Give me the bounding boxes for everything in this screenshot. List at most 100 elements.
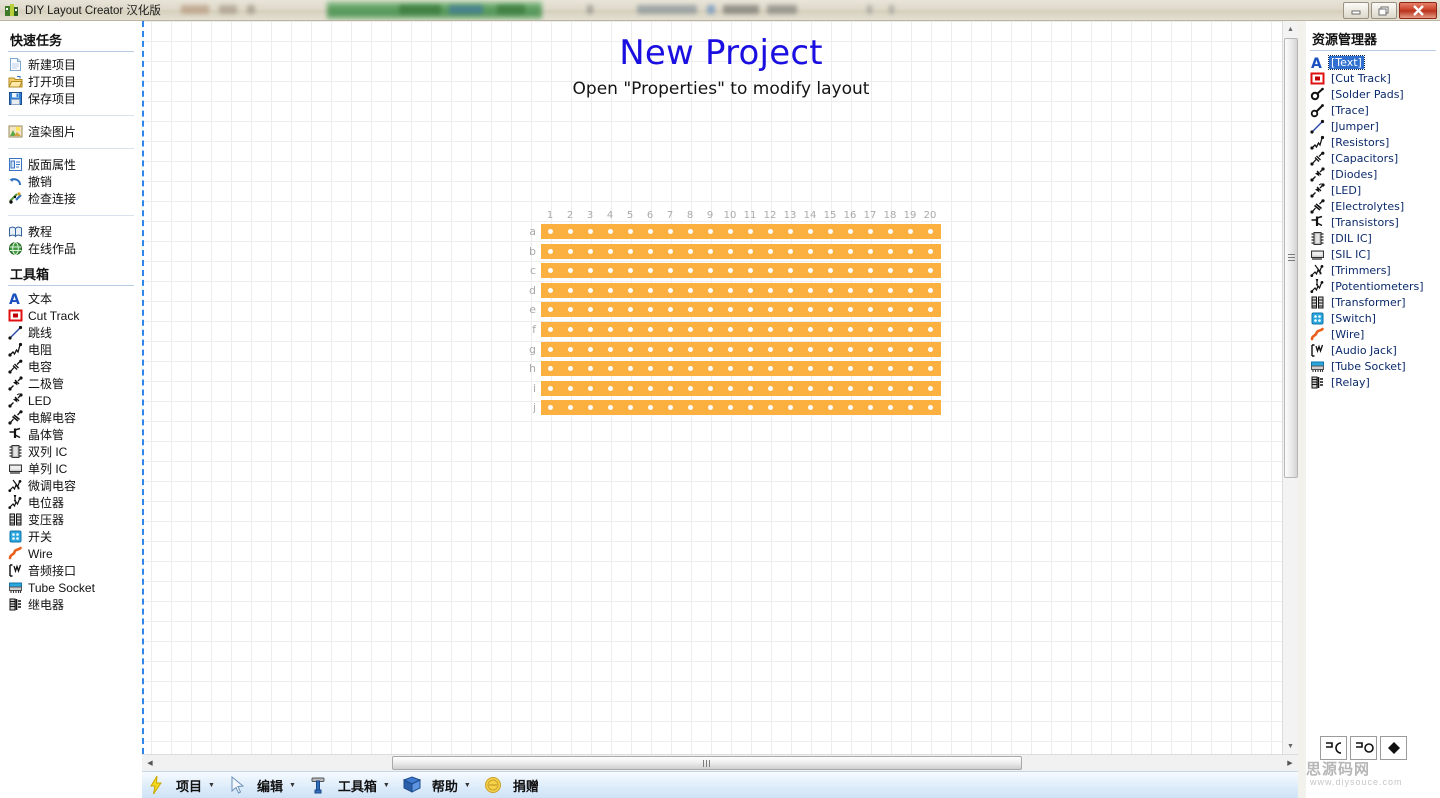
breadboard-hole[interactable]	[847, 366, 853, 372]
breadboard-hole[interactable]	[647, 229, 653, 234]
breadboard-hole[interactable]	[727, 287, 733, 293]
sidebar-item-board-properties[interactable]: 版面属性	[0, 156, 142, 173]
breadboard-hole[interactable]	[907, 287, 913, 293]
scroll-right-arrow-icon[interactable]: ▶	[1282, 755, 1298, 771]
breadboard-hole[interactable]	[707, 287, 713, 293]
breadboard-hole[interactable]	[567, 268, 573, 274]
breadboard-strip[interactable]	[541, 243, 941, 259]
resource-item-transformer[interactable]: [Transformer]	[1306, 294, 1440, 310]
breadboard-hole[interactable]	[687, 287, 693, 293]
breadboard-hole[interactable]	[907, 229, 913, 234]
sidebar-item-open-project[interactable]: 打开项目	[0, 73, 142, 90]
breadboard-hole[interactable]	[687, 385, 693, 391]
breadboard-hole[interactable]	[907, 366, 913, 372]
breadboard-hole[interactable]	[647, 248, 653, 254]
breadboard-hole[interactable]	[907, 307, 913, 313]
breadboard-hole[interactable]	[847, 307, 853, 313]
breadboard-hole[interactable]	[887, 287, 893, 293]
breadboard-hole[interactable]	[907, 327, 913, 332]
close-button[interactable]	[1399, 2, 1437, 19]
diamond-tool[interactable]	[1380, 736, 1407, 760]
breadboard-hole[interactable]	[927, 248, 933, 254]
breadboard-hole[interactable]	[547, 229, 553, 234]
breadboard-hole[interactable]	[827, 366, 833, 372]
breadboard-hole[interactable]	[867, 287, 873, 293]
breadboard-hole[interactable]	[827, 287, 833, 293]
breadboard-hole[interactable]	[767, 405, 773, 411]
breadboard-hole[interactable]	[887, 327, 893, 332]
breadboard-hole[interactable]	[687, 405, 693, 411]
toolbox-item-text-a[interactable]: A 文本	[0, 290, 142, 308]
breadboard-hole[interactable]	[907, 405, 913, 411]
breadboard-hole[interactable]	[627, 405, 633, 411]
breadboard-hole[interactable]	[767, 268, 773, 274]
breadboard-hole[interactable]	[627, 307, 633, 313]
breadboard-hole[interactable]	[927, 229, 933, 234]
breadboard-hole[interactable]	[827, 307, 833, 313]
toolbox-item-dil-ic[interactable]: 双列 IC	[0, 443, 142, 460]
breadboard-hole[interactable]	[647, 366, 653, 372]
breadboard-hole[interactable]	[907, 385, 913, 391]
breadboard-hole[interactable]	[887, 229, 893, 234]
breadboard-hole[interactable]	[807, 268, 813, 274]
breadboard-hole[interactable]	[787, 268, 793, 274]
breadboard-hole[interactable]	[707, 229, 713, 234]
toolbox-item-switch[interactable]: 开关	[0, 528, 142, 545]
menu-item-cursor-arrow[interactable]: 编辑 ▼	[223, 772, 304, 798]
breadboard-hole[interactable]	[667, 248, 673, 254]
breadboard-hole[interactable]	[667, 405, 673, 411]
breadboard-hole[interactable]	[587, 366, 593, 372]
breadboard-hole[interactable]	[667, 268, 673, 274]
breadboard-hole[interactable]	[547, 385, 553, 391]
breadboard-hole[interactable]	[907, 346, 913, 352]
breadboard-hole[interactable]	[547, 366, 553, 372]
sidebar-item-online-gallery[interactable]: 在线作品	[0, 240, 142, 257]
resource-item-transistor[interactable]: [Transistors]	[1306, 214, 1440, 230]
breadboard-hole[interactable]	[847, 405, 853, 411]
breadboard-hole[interactable]	[687, 346, 693, 352]
breadboard-hole[interactable]	[727, 307, 733, 313]
breadboard-hole[interactable]	[807, 366, 813, 372]
canvas-vertical-scrollbar[interactable]: ▲ ▼	[1282, 21, 1298, 754]
breadboard-hole[interactable]	[807, 346, 813, 352]
breadboard-hole[interactable]	[867, 385, 873, 391]
toolbox-item-audio-jack[interactable]: 音频接口	[0, 562, 142, 579]
resource-item-diode[interactable]: [Diodes]	[1306, 166, 1440, 182]
toolbox-item-capacitor[interactable]: 电容	[0, 358, 142, 375]
resource-item-sil-ic[interactable]: [SIL IC]	[1306, 246, 1440, 262]
breadboard-hole[interactable]	[687, 307, 693, 313]
breadboard-hole[interactable]	[847, 268, 853, 274]
breadboard-hole[interactable]	[747, 327, 753, 332]
breadboard-hole[interactable]	[807, 248, 813, 254]
breadboard-hole[interactable]	[727, 268, 733, 274]
breadboard-hole[interactable]	[607, 248, 613, 254]
breadboard-hole[interactable]	[667, 287, 673, 293]
breadboard-hole[interactable]	[627, 385, 633, 391]
breadboard-hole[interactable]	[827, 327, 833, 332]
breadboard-hole[interactable]	[707, 346, 713, 352]
breadboard-hole[interactable]	[607, 287, 613, 293]
breadboard-hole[interactable]	[727, 385, 733, 391]
breadboard-hole[interactable]	[567, 287, 573, 293]
menu-item-blue-book[interactable]: 帮助 ▼	[398, 772, 479, 798]
breadboard-hole[interactable]	[807, 287, 813, 293]
breadboard-hole[interactable]	[767, 327, 773, 332]
resource-item-wire[interactable]: [Wire]	[1306, 326, 1440, 342]
breadboard-hole[interactable]	[627, 346, 633, 352]
breadboard-hole[interactable]	[907, 248, 913, 254]
breadboard-hole[interactable]	[727, 327, 733, 332]
breadboard-hole[interactable]	[667, 346, 673, 352]
toolbox-item-jumper[interactable]: 跳线	[0, 324, 142, 341]
menu-item-hammer[interactable]: 工具箱 ▼	[304, 772, 398, 798]
breadboard-hole[interactable]	[927, 287, 933, 293]
breadboard[interactable]: 1 2 3 4 5 6 7 8 9 10 11 12 13 14 15 16 17 18 19 20 abcdefgh…	[517, 210, 941, 420]
breadboard-hole[interactable]	[827, 229, 833, 234]
resource-item-resistor[interactable]: [Resistors]	[1306, 134, 1440, 150]
breadboard-hole[interactable]	[887, 248, 893, 254]
breadboard-hole[interactable]	[607, 385, 613, 391]
breadboard-hole[interactable]	[767, 248, 773, 254]
breadboard-hole[interactable]	[567, 405, 573, 411]
breadboard-strips[interactable]	[541, 224, 941, 420]
breadboard-hole[interactable]	[867, 229, 873, 234]
breadboard-hole[interactable]	[587, 287, 593, 293]
